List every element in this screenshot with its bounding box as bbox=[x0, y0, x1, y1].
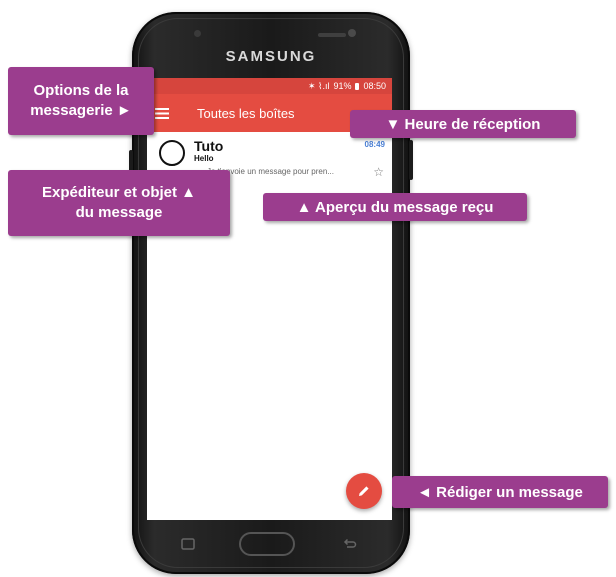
callout-rediger-text: ◄ Rédiger un message bbox=[417, 483, 583, 501]
star-icon[interactable]: ☆ bbox=[373, 165, 384, 179]
callout-options-line2: messagerie ► bbox=[30, 102, 132, 119]
status-bar: ✶ ⌇.ıl 91% 08:50 bbox=[147, 78, 392, 94]
callout-expediteur-line2: du message bbox=[75, 204, 163, 221]
recent-apps-icon[interactable] bbox=[181, 538, 195, 550]
battery-level: 91% bbox=[333, 81, 352, 91]
message-sender: Tuto bbox=[194, 138, 224, 154]
navigation-bar bbox=[147, 520, 392, 570]
signal-indicator: ✶ ⌇.ıl bbox=[308, 80, 330, 91]
callout-rediger: ◄ Rédiger un message bbox=[392, 476, 608, 508]
battery-icon bbox=[355, 82, 360, 90]
message-time: 08:49 bbox=[364, 140, 385, 149]
callout-heure-text: ▼ Heure de réception bbox=[385, 115, 541, 133]
callout-options: Options de la messagerie ► bbox=[8, 67, 154, 135]
mailbox-title: Toutes les boîtes bbox=[197, 105, 295, 121]
callout-heure: ▼ Heure de réception bbox=[350, 110, 576, 138]
sender-avatar bbox=[159, 140, 185, 166]
front-camera-icon bbox=[194, 30, 201, 37]
message-subject: Hello bbox=[194, 154, 214, 163]
callout-apercu: ▲ Aperçu du message reçu bbox=[263, 193, 527, 221]
callout-expediteur-line1: Expéditeur et objet ▲ bbox=[41, 183, 197, 201]
callout-apercu-text: ▲ Aperçu du message reçu bbox=[296, 198, 494, 216]
callout-options-line1: Options de la bbox=[33, 81, 129, 99]
status-time: 08:50 bbox=[363, 81, 386, 91]
brand-logo: SAMSUNG bbox=[225, 48, 317, 65]
sensor-icon bbox=[348, 29, 356, 37]
callout-expediteur: Expéditeur et objet ▲ du message bbox=[8, 170, 230, 236]
phone-screen: ✶ ⌇.ıl 91% 08:50 Toutes les boîtes Tuto … bbox=[147, 78, 392, 520]
back-icon[interactable] bbox=[343, 538, 357, 550]
compose-button[interactable] bbox=[346, 473, 382, 509]
power-button bbox=[409, 140, 413, 180]
pencil-icon bbox=[359, 486, 369, 496]
earpiece-speaker bbox=[318, 33, 346, 37]
home-button[interactable] bbox=[239, 532, 295, 556]
